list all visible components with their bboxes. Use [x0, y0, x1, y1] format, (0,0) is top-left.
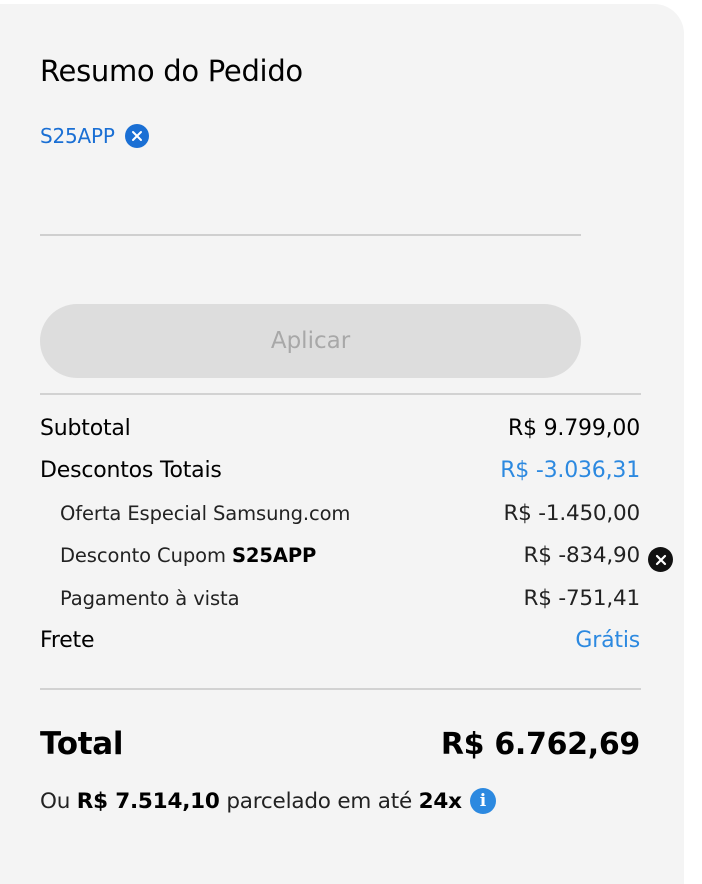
- discount-row: Pagamento à vista R$ -751,41: [60, 586, 640, 611]
- remove-coupon-chip-button[interactable]: [124, 124, 149, 148]
- remove-coupon-discount-button[interactable]: [648, 547, 673, 572]
- discount-label: Oferta Especial Samsung.com: [60, 502, 351, 525]
- coupon-discount-label: Desconto Cupom S25APP: [60, 544, 316, 567]
- coupon-discount-value: R$ -834,90: [523, 543, 641, 568]
- installment-info: Ou R$ 7.514,10 parcelado em até 24x i: [40, 788, 496, 814]
- shipping-row: Frete Grátis: [40, 628, 640, 653]
- info-icon: i: [479, 791, 486, 811]
- discount-value: R$ -751,41: [523, 586, 641, 611]
- divider: [40, 393, 641, 395]
- total-row: Total R$ 6.762,69: [40, 726, 640, 762]
- installment-prefix: Ou: [40, 788, 71, 814]
- total-value: R$ 6.762,69: [440, 727, 640, 762]
- coupon-discount-row: Desconto Cupom S25APP R$ -834,90: [60, 543, 640, 568]
- divider: [40, 688, 641, 690]
- coupon-code-input[interactable]: [40, 178, 581, 236]
- total-discounts-row: Descontos Totais R$ -3.036,31: [40, 458, 640, 483]
- discount-value: R$ -1.450,00: [503, 501, 640, 526]
- coupon-discount-prefix: Desconto Cupom: [60, 544, 226, 567]
- subtotal-label: Subtotal: [40, 416, 131, 441]
- close-icon: [655, 554, 666, 565]
- installment-amount: R$ 7.514,10: [76, 788, 220, 814]
- shipping-value: Grátis: [575, 628, 640, 653]
- total-label: Total: [40, 726, 124, 762]
- total-discounts-label: Descontos Totais: [40, 458, 222, 483]
- subtotal-row: Subtotal R$ 9.799,00: [40, 416, 640, 441]
- discount-label: Pagamento à vista: [60, 587, 240, 610]
- installment-middle: parcelado em até: [226, 788, 413, 814]
- close-icon: [131, 131, 142, 141]
- order-summary-title: Resumo do Pedido: [40, 54, 303, 88]
- discount-row: Oferta Especial Samsung.com R$ -1.450,00: [60, 501, 640, 526]
- apply-coupon-button[interactable]: Aplicar: [40, 304, 581, 378]
- shipping-label: Frete: [40, 628, 95, 653]
- coupon-discount-code: S25APP: [231, 544, 317, 567]
- installment-info-button[interactable]: i: [469, 788, 496, 814]
- installment-count: 24x: [418, 788, 462, 814]
- total-discounts-value: R$ -3.036,31: [500, 458, 640, 483]
- applied-coupon-chip: S25APP: [40, 124, 149, 148]
- subtotal-value: R$ 9.799,00: [507, 416, 640, 441]
- applied-coupon-code: S25APP: [40, 124, 115, 148]
- order-summary-card: Resumo do Pedido S25APP Aplicar Subtotal…: [0, 4, 684, 884]
